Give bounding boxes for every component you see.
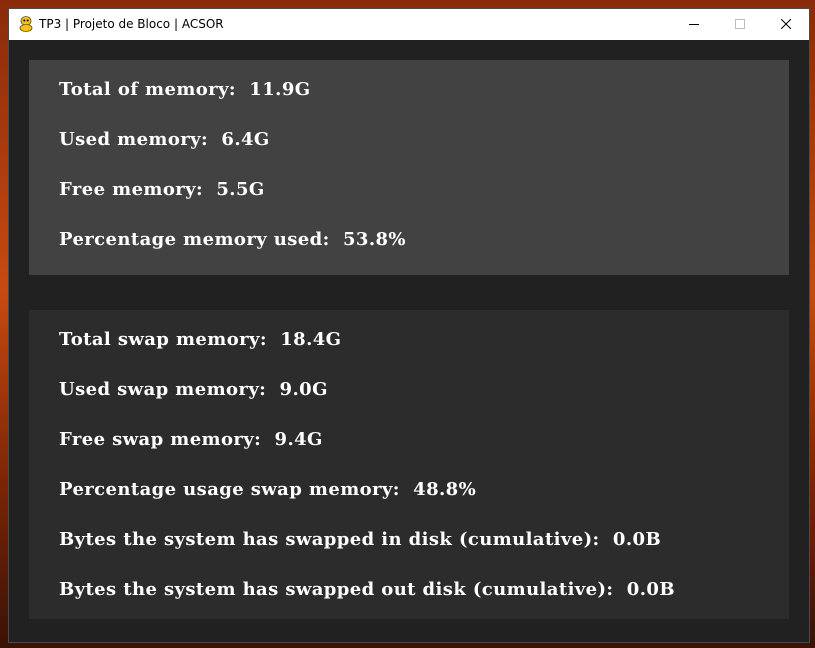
minimize-icon	[689, 24, 699, 25]
minimize-button[interactable]	[671, 9, 717, 40]
close-button[interactable]	[763, 9, 809, 40]
app-window: TP3 | Projeto de Bloco | ACSOR Total of …	[9, 9, 809, 642]
used-memory-text: Used memory: 6.4G	[59, 129, 270, 150]
used-swap-memory-text: Used swap memory: 9.0G	[59, 379, 328, 400]
maximize-button[interactable]	[717, 9, 763, 40]
percentage-memory-used-text: Percentage memory used: 53.8%	[59, 229, 406, 250]
title-bar[interactable]: TP3 | Projeto de Bloco | ACSOR	[9, 9, 809, 40]
swapped-in-bytes-text: Bytes the system has swapped in disk (cu…	[59, 529, 662, 550]
close-icon	[781, 19, 791, 29]
swap-memory-panel: Total swap memory: 18.4G Used swap memor…	[29, 310, 789, 619]
swapped-out-bytes-text: Bytes the system has swapped out disk (c…	[59, 579, 675, 600]
pygame-snake-icon	[19, 16, 33, 32]
free-memory-text: Free memory: 5.5G	[59, 179, 265, 200]
total-swap-memory-text: Total swap memory: 18.4G	[59, 329, 342, 350]
window-title: TP3 | Projeto de Bloco | ACSOR	[39, 17, 224, 31]
memory-panel: Total of memory: 11.9G Used memory: 6.4G…	[29, 60, 789, 275]
total-memory-text: Total of memory: 11.9G	[59, 79, 311, 100]
maximize-icon	[735, 19, 745, 29]
free-swap-memory-text: Free swap memory: 9.4G	[59, 429, 323, 450]
percentage-swap-usage-text: Percentage usage swap memory: 48.8%	[59, 479, 477, 500]
